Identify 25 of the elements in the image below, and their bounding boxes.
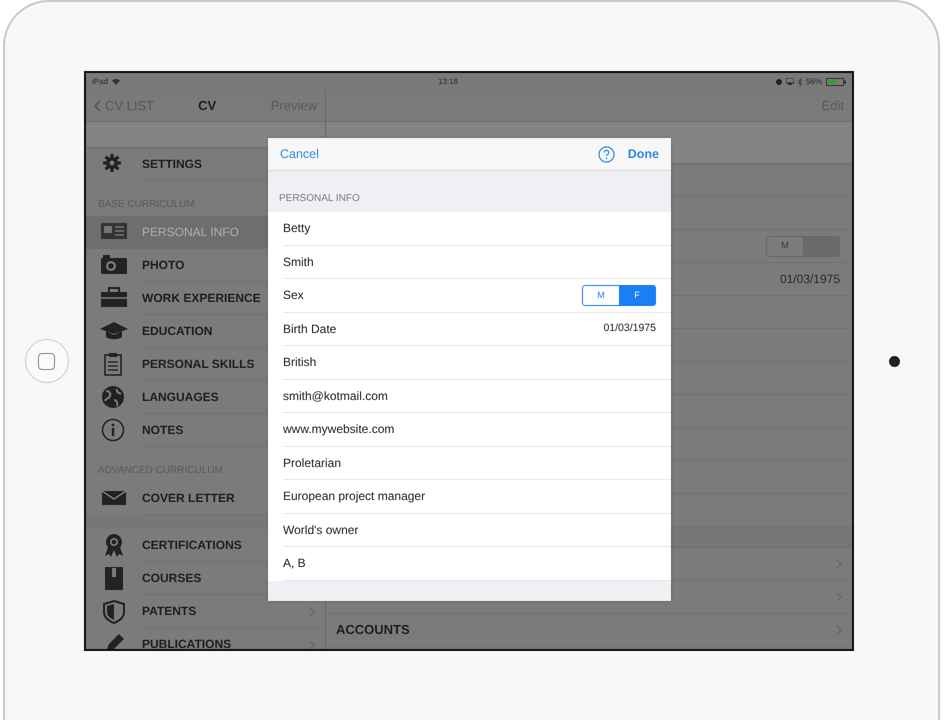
wifi-icon	[112, 78, 120, 84]
battery-label: 56%	[806, 76, 822, 88]
nav-title: CV	[198, 96, 216, 115]
date-value[interactable]: 01/03/1975	[603, 320, 656, 337]
home-button[interactable]	[24, 339, 68, 383]
carrier-label: iPad	[92, 76, 108, 88]
back-chevron-icon	[94, 100, 101, 112]
field-label: Birth Date	[283, 320, 336, 338]
help-icon[interactable]	[598, 146, 615, 162]
done-button[interactable]: Done	[628, 144, 659, 164]
cancel-button[interactable]: Cancel	[280, 144, 319, 164]
shield-icon	[100, 599, 128, 624]
lock-icon	[776, 78, 782, 84]
bluetooth-icon	[798, 78, 802, 86]
list-item-label: ACCOUNTS	[336, 621, 410, 640]
sidebar-item[interactable]: PUBLICATIONS	[86, 628, 325, 649]
time-label: 13:18	[438, 76, 458, 88]
section-header: PERSONAL INFO	[279, 192, 360, 206]
battery-icon	[826, 78, 846, 86]
screen-icon	[786, 78, 794, 85]
segmented-control[interactable]: M F	[582, 284, 656, 306]
segmented-control[interactable]: M	[766, 236, 840, 256]
date-value: 01/03/1975	[780, 271, 840, 288]
field-label: Sex	[283, 287, 304, 304]
camera-dot	[888, 356, 900, 366]
